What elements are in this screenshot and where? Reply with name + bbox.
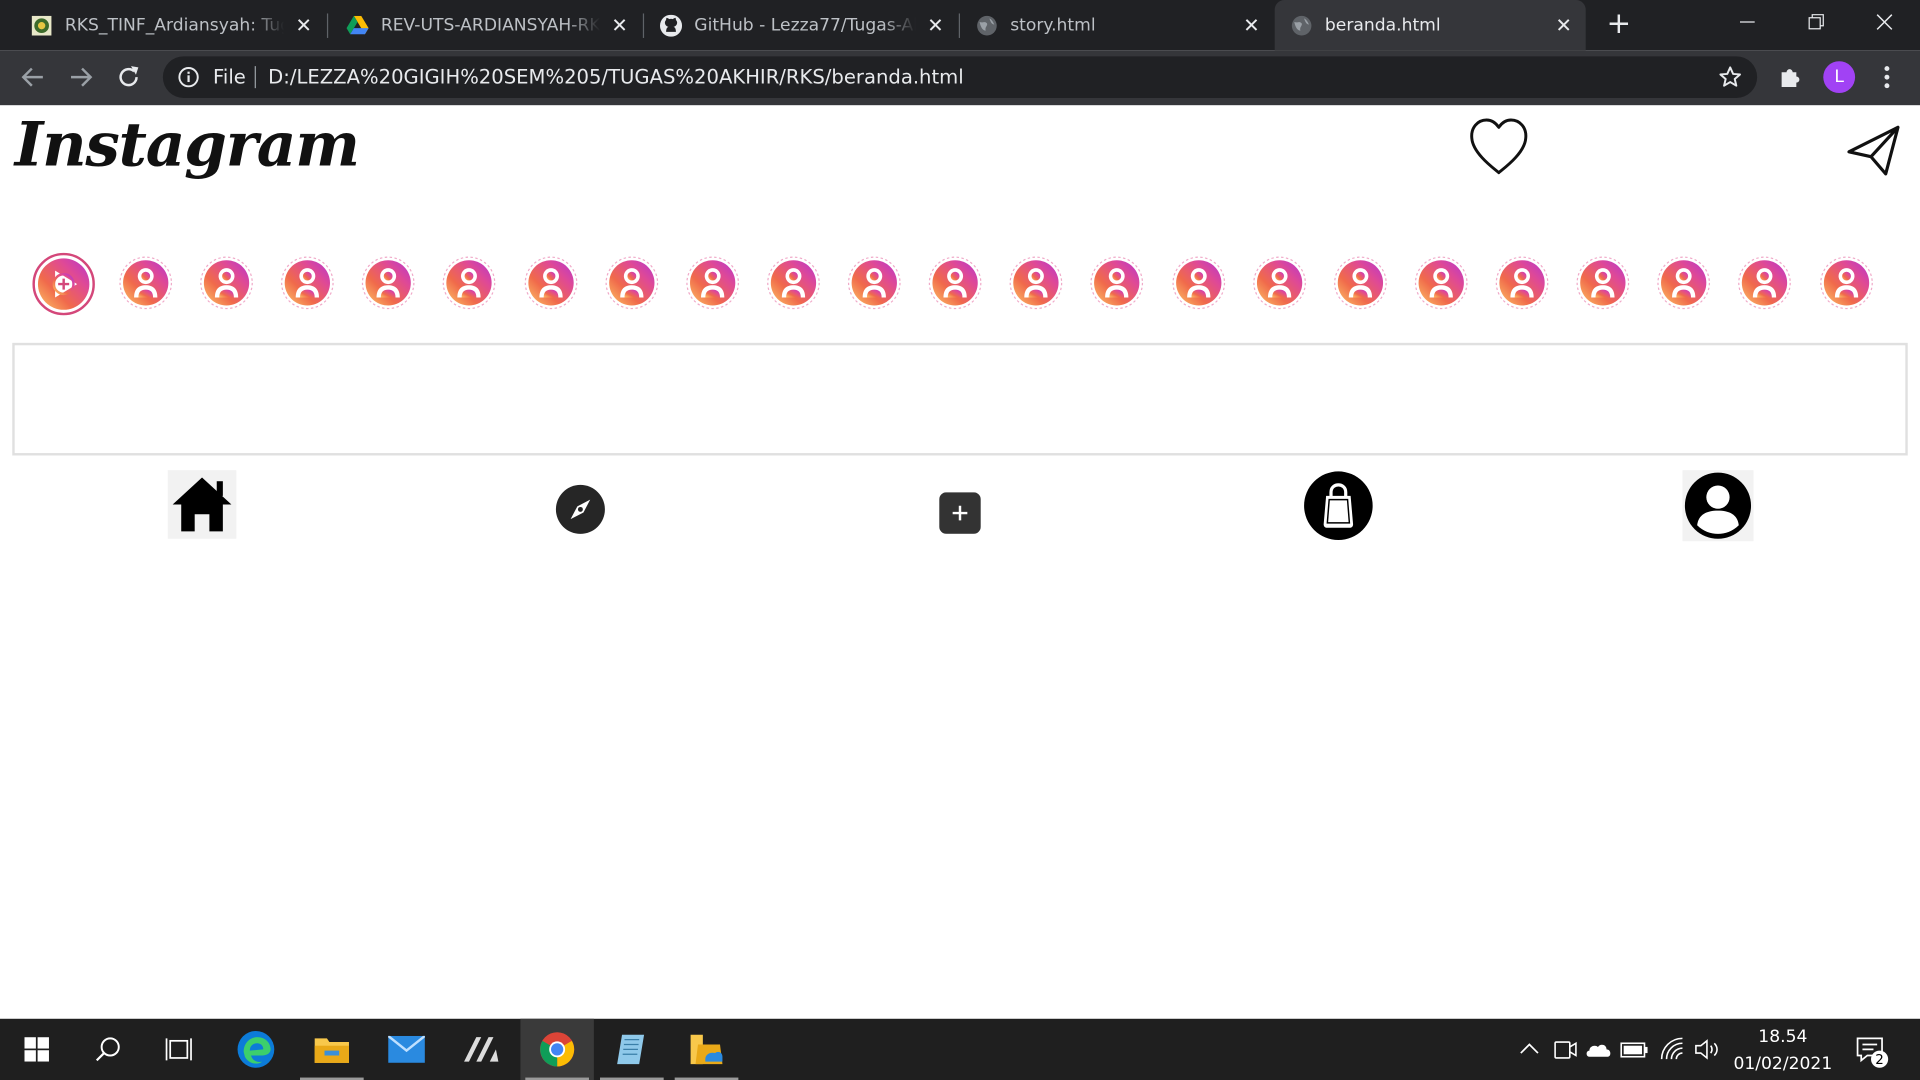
story-avatar-5[interactable] [442, 256, 496, 310]
close-tab-icon[interactable]: ✕ [1554, 15, 1574, 35]
bookmark-star-icon[interactable] [1718, 65, 1742, 89]
story-avatar-17[interactable] [1414, 256, 1468, 310]
globe-icon [976, 14, 998, 36]
story-avatar-15[interactable] [1253, 256, 1307, 310]
info-icon[interactable] [178, 66, 200, 88]
story-avatar-16[interactable] [1333, 256, 1387, 310]
story-avatar-22[interactable] [1820, 256, 1874, 310]
browser-tab-story[interactable]: story.html ✕ [960, 0, 1273, 50]
browser-tab-github[interactable]: GitHub - Lezza77/Tugas-Akhir ✕ [644, 0, 957, 50]
story-avatar-9[interactable] [767, 256, 821, 310]
back-arrow-icon[interactable] [18, 62, 47, 91]
google-drive-icon [346, 14, 369, 36]
tab-title: story.html [1010, 15, 1096, 35]
folder-sync-icon[interactable] [670, 1019, 743, 1080]
minimize-icon[interactable] [1729, 7, 1766, 36]
task-view-icon[interactable] [143, 1019, 216, 1080]
close-tab-icon[interactable]: ✕ [610, 15, 630, 35]
explore-compass-icon[interactable] [555, 484, 606, 535]
story-avatar-14[interactable] [1172, 256, 1226, 310]
story-avatar-7[interactable] [605, 256, 659, 310]
chevron-up-icon[interactable] [1515, 1035, 1544, 1064]
add-post-icon[interactable] [939, 492, 981, 534]
mail-icon[interactable] [370, 1019, 443, 1080]
story-avatar-21[interactable] [1738, 256, 1792, 310]
clock-time: 18.54 [1758, 1027, 1808, 1047]
stories-row [32, 252, 1893, 316]
browser-tab-strip: RKS_TINF_Ardiansyah: Tugas ✕ REV-UTS-ARD… [0, 0, 1920, 51]
restore-icon[interactable] [1798, 7, 1835, 36]
story-avatar-4[interactable] [361, 256, 415, 310]
page-viewport: Instagram [0, 105, 1920, 1019]
notepad-icon[interactable] [595, 1019, 668, 1080]
shop-bag-icon[interactable] [1303, 470, 1374, 541]
forward-arrow-icon[interactable] [66, 62, 95, 91]
scheme-label: File [213, 64, 246, 89]
edge-icon[interactable] [219, 1019, 292, 1080]
extensions-puzzle-icon[interactable] [1777, 64, 1804, 91]
browser-tab-drive[interactable]: REV-UTS-ARDIANSYAH-RKS ✕ [328, 0, 641, 50]
start-icon[interactable] [0, 1019, 73, 1080]
add-story-icon[interactable] [32, 252, 96, 316]
profile-avatar[interactable]: L [1823, 61, 1856, 94]
scheme-divider [254, 66, 256, 89]
campus-logo-icon [31, 14, 53, 36]
tab-title: RKS_TINF_Ardiansyah: Tugas [64, 15, 284, 35]
story-avatar-10[interactable] [847, 256, 901, 310]
code-editor-icon[interactable] [444, 1019, 517, 1080]
address-bar[interactable]: File D:/LEZZA%20GIGIH%20SEM%205/TUGAS%20… [162, 56, 1758, 98]
chrome-icon[interactable] [520, 1018, 594, 1080]
system-clock[interactable]: 18.54 01/02/2021 [1724, 1024, 1842, 1078]
story-avatar-12[interactable] [1009, 256, 1063, 310]
story-avatar-6[interactable] [524, 256, 578, 310]
browser-tab-rks[interactable]: RKS_TINF_Ardiansyah: Tugas ✕ [0, 0, 326, 50]
clock-date: 01/02/2021 [1733, 1054, 1833, 1074]
close-tab-icon[interactable]: ✕ [294, 15, 314, 35]
notification-count: 2 [1875, 1053, 1884, 1068]
new-tab-button[interactable]: + [1604, 9, 1633, 39]
menu-dots-icon[interactable] [1873, 64, 1900, 91]
wifi-icon[interactable] [1658, 1035, 1687, 1064]
tab-title: REV-UTS-ARDIANSYAH-RKS [380, 15, 600, 35]
profile-icon[interactable] [1682, 470, 1754, 542]
instagram-logo[interactable]: Instagram [15, 108, 360, 180]
file-explorer-icon[interactable] [295, 1019, 368, 1080]
meet-now-icon[interactable] [1550, 1035, 1579, 1064]
windows-taskbar: 18.54 01/02/2021 2 [0, 1018, 1920, 1080]
tab-title: beranda.html [1324, 15, 1441, 35]
home-icon[interactable] [167, 470, 237, 539]
close-tab-icon[interactable]: ✕ [926, 15, 946, 35]
globe-icon [1291, 14, 1313, 36]
url-text[interactable]: D:/LEZZA%20GIGIH%20SEM%205/TUGAS%20AKHIR… [268, 65, 964, 88]
story-avatar-11[interactable] [928, 256, 982, 310]
feed-container [12, 342, 1908, 456]
story-avatar-1[interactable] [119, 256, 173, 310]
volume-icon[interactable] [1692, 1035, 1721, 1064]
story-avatar-19[interactable] [1576, 256, 1630, 310]
story-avatar-2[interactable] [200, 256, 254, 310]
notification-center-icon[interactable]: 2 [1854, 1033, 1891, 1070]
search-icon[interactable] [71, 1019, 144, 1080]
send-message-icon[interactable] [1844, 122, 1903, 181]
heart-icon[interactable] [1467, 115, 1531, 179]
close-window-icon[interactable] [1866, 7, 1903, 36]
story-avatar-13[interactable] [1090, 256, 1144, 310]
github-icon [660, 14, 683, 37]
close-tab-icon[interactable]: ✕ [1242, 15, 1262, 35]
story-avatar-18[interactable] [1495, 256, 1549, 310]
story-avatar-20[interactable] [1657, 256, 1711, 310]
story-avatar-8[interactable] [686, 256, 740, 310]
tab-title: GitHub - Lezza77/Tugas-Akhir [694, 15, 916, 35]
browser-tab-beranda[interactable]: beranda.html ✕ [1274, 0, 1586, 51]
battery-icon[interactable] [1620, 1035, 1649, 1064]
onedrive-cloud-icon[interactable] [1584, 1035, 1613, 1064]
story-avatar-3[interactable] [280, 256, 334, 310]
reload-icon[interactable] [114, 62, 143, 91]
browser-toolbar: File D:/LEZZA%20GIGIH%20SEM%205/TUGAS%20… [0, 50, 1920, 106]
